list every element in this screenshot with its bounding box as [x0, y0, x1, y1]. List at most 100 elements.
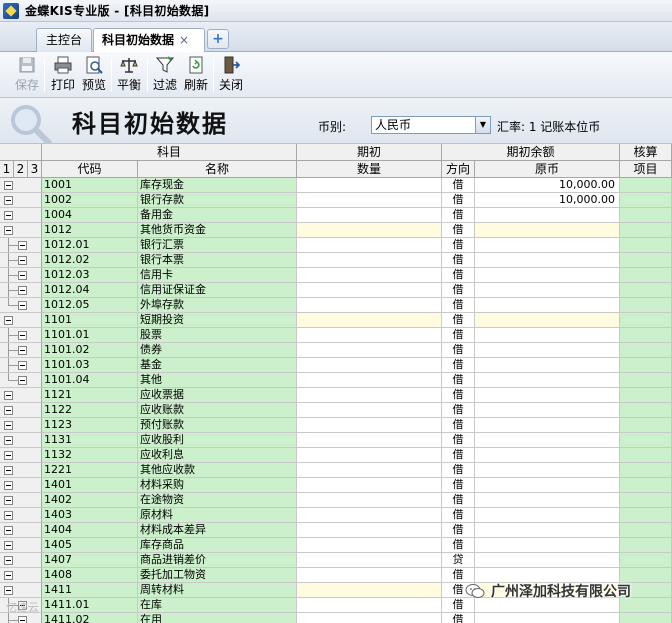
audit-item-cell[interactable] — [620, 313, 672, 328]
quantity-cell[interactable] — [297, 328, 442, 343]
original-currency-cell[interactable] — [475, 238, 620, 253]
original-currency-cell[interactable] — [475, 253, 620, 268]
direction-cell[interactable]: 借 — [442, 433, 475, 448]
account-code-cell[interactable]: 1408 — [42, 568, 138, 583]
audit-item-cell[interactable] — [620, 193, 672, 208]
audit-item-cell[interactable] — [620, 553, 672, 568]
account-code-cell[interactable]: 1004 — [42, 208, 138, 223]
original-currency-cell[interactable] — [475, 478, 620, 493]
table-row[interactable]: 1012.04 信用证保证金 借 — [0, 283, 672, 298]
account-code-cell[interactable]: 1012.02 — [42, 253, 138, 268]
collapse-toggle-icon[interactable] — [18, 616, 27, 623]
quantity-cell[interactable] — [297, 298, 442, 313]
account-name-cell[interactable]: 材料采购 — [138, 478, 297, 493]
audit-item-cell[interactable] — [620, 448, 672, 463]
audit-item-cell[interactable] — [620, 538, 672, 553]
collapse-toggle-icon[interactable] — [4, 526, 13, 535]
account-code-cell[interactable]: 1407 — [42, 553, 138, 568]
collapse-toggle-icon[interactable] — [4, 211, 13, 220]
account-name-cell[interactable]: 债券 — [138, 343, 297, 358]
audit-item-cell[interactable] — [620, 178, 672, 193]
audit-item-cell[interactable] — [620, 523, 672, 538]
collapse-toggle-icon[interactable] — [18, 331, 27, 340]
direction-cell[interactable]: 借 — [442, 523, 475, 538]
direction-cell[interactable]: 借 — [442, 418, 475, 433]
close-tab-icon[interactable]: × — [179, 33, 189, 47]
audit-item-cell[interactable] — [620, 418, 672, 433]
original-currency-cell[interactable] — [475, 268, 620, 283]
original-currency-cell[interactable] — [475, 208, 620, 223]
collapse-toggle-icon[interactable] — [18, 361, 27, 370]
account-code-cell[interactable]: 1012 — [42, 223, 138, 238]
account-name-cell[interactable]: 信用证保证金 — [138, 283, 297, 298]
account-name-cell[interactable]: 银行汇票 — [138, 238, 297, 253]
quantity-cell[interactable] — [297, 598, 442, 613]
account-name-cell[interactable]: 材料成本差异 — [138, 523, 297, 538]
table-row[interactable]: 1401 材料采购 借 — [0, 478, 672, 493]
collapse-toggle-icon[interactable] — [4, 391, 13, 400]
tab-main-console[interactable]: 主控台 — [36, 28, 92, 52]
account-name-cell[interactable]: 预付账款 — [138, 418, 297, 433]
refresh-button[interactable]: 刷新 — [181, 54, 211, 96]
audit-item-cell[interactable] — [620, 343, 672, 358]
quantity-cell[interactable] — [297, 223, 442, 238]
tab-subject-initial-data[interactable]: 科目初始数据 × — [93, 28, 205, 53]
direction-cell[interactable]: 借 — [442, 343, 475, 358]
account-name-cell[interactable]: 应收股利 — [138, 433, 297, 448]
original-currency-cell[interactable] — [475, 283, 620, 298]
collapse-toggle-icon[interactable] — [4, 181, 13, 190]
table-row[interactable]: 1012 其他货币资金 借 — [0, 223, 672, 238]
collapse-toggle-icon[interactable] — [18, 256, 27, 265]
quantity-cell[interactable] — [297, 433, 442, 448]
audit-item-cell[interactable] — [620, 253, 672, 268]
original-currency-cell[interactable] — [475, 553, 620, 568]
direction-cell[interactable]: 借 — [442, 388, 475, 403]
quantity-cell[interactable] — [297, 583, 442, 598]
filter-button[interactable]: 过滤 — [150, 54, 180, 96]
direction-cell[interactable]: 借 — [442, 313, 475, 328]
original-currency-cell[interactable] — [475, 463, 620, 478]
quantity-cell[interactable] — [297, 553, 442, 568]
direction-cell[interactable]: 借 — [442, 508, 475, 523]
account-code-cell[interactable]: 1411 — [42, 583, 138, 598]
quantity-cell[interactable] — [297, 463, 442, 478]
original-currency-cell[interactable] — [475, 343, 620, 358]
direction-cell[interactable]: 借 — [442, 538, 475, 553]
table-row[interactable]: 1405 库存商品 借 — [0, 538, 672, 553]
table-row[interactable]: 1411.02 在用 借 — [0, 613, 672, 623]
level-1-button[interactable]: 1 — [0, 161, 14, 178]
chevron-down-icon[interactable]: ▼ — [475, 117, 490, 133]
collapse-toggle-icon[interactable] — [4, 466, 13, 475]
original-currency-cell[interactable] — [475, 448, 620, 463]
account-code-cell[interactable]: 1403 — [42, 508, 138, 523]
original-currency-cell[interactable] — [475, 328, 620, 343]
account-code-cell[interactable]: 1123 — [42, 418, 138, 433]
account-name-cell[interactable]: 委托加工物资 — [138, 568, 297, 583]
audit-item-cell[interactable] — [620, 478, 672, 493]
quantity-cell[interactable] — [297, 613, 442, 623]
original-currency-cell[interactable] — [475, 538, 620, 553]
collapse-toggle-icon[interactable] — [4, 586, 13, 595]
account-code-cell[interactable]: 1002 — [42, 193, 138, 208]
table-row[interactable]: 1122 应收账款 借 — [0, 403, 672, 418]
direction-cell[interactable]: 借 — [442, 208, 475, 223]
quantity-cell[interactable] — [297, 373, 442, 388]
account-name-cell[interactable]: 银行本票 — [138, 253, 297, 268]
account-code-cell[interactable]: 1101.02 — [42, 343, 138, 358]
account-code-cell[interactable]: 1132 — [42, 448, 138, 463]
collapse-toggle-icon[interactable] — [4, 436, 13, 445]
audit-item-cell[interactable] — [620, 283, 672, 298]
original-currency-cell[interactable] — [475, 313, 620, 328]
direction-cell[interactable]: 借 — [442, 403, 475, 418]
col-qty-header[interactable]: 数量 — [297, 161, 442, 178]
currency-select[interactable]: 人民币 ▼ — [371, 116, 491, 134]
original-currency-cell[interactable] — [475, 403, 620, 418]
account-code-cell[interactable]: 1101.01 — [42, 328, 138, 343]
table-row[interactable]: 1002 银行存款 借 10,000.00 — [0, 193, 672, 208]
direction-cell[interactable]: 借 — [442, 373, 475, 388]
direction-cell[interactable]: 借 — [442, 448, 475, 463]
direction-cell[interactable]: 借 — [442, 268, 475, 283]
audit-item-cell[interactable] — [620, 298, 672, 313]
table-row[interactable]: 1004 备用金 借 — [0, 208, 672, 223]
collapse-toggle-icon[interactable] — [4, 451, 13, 460]
